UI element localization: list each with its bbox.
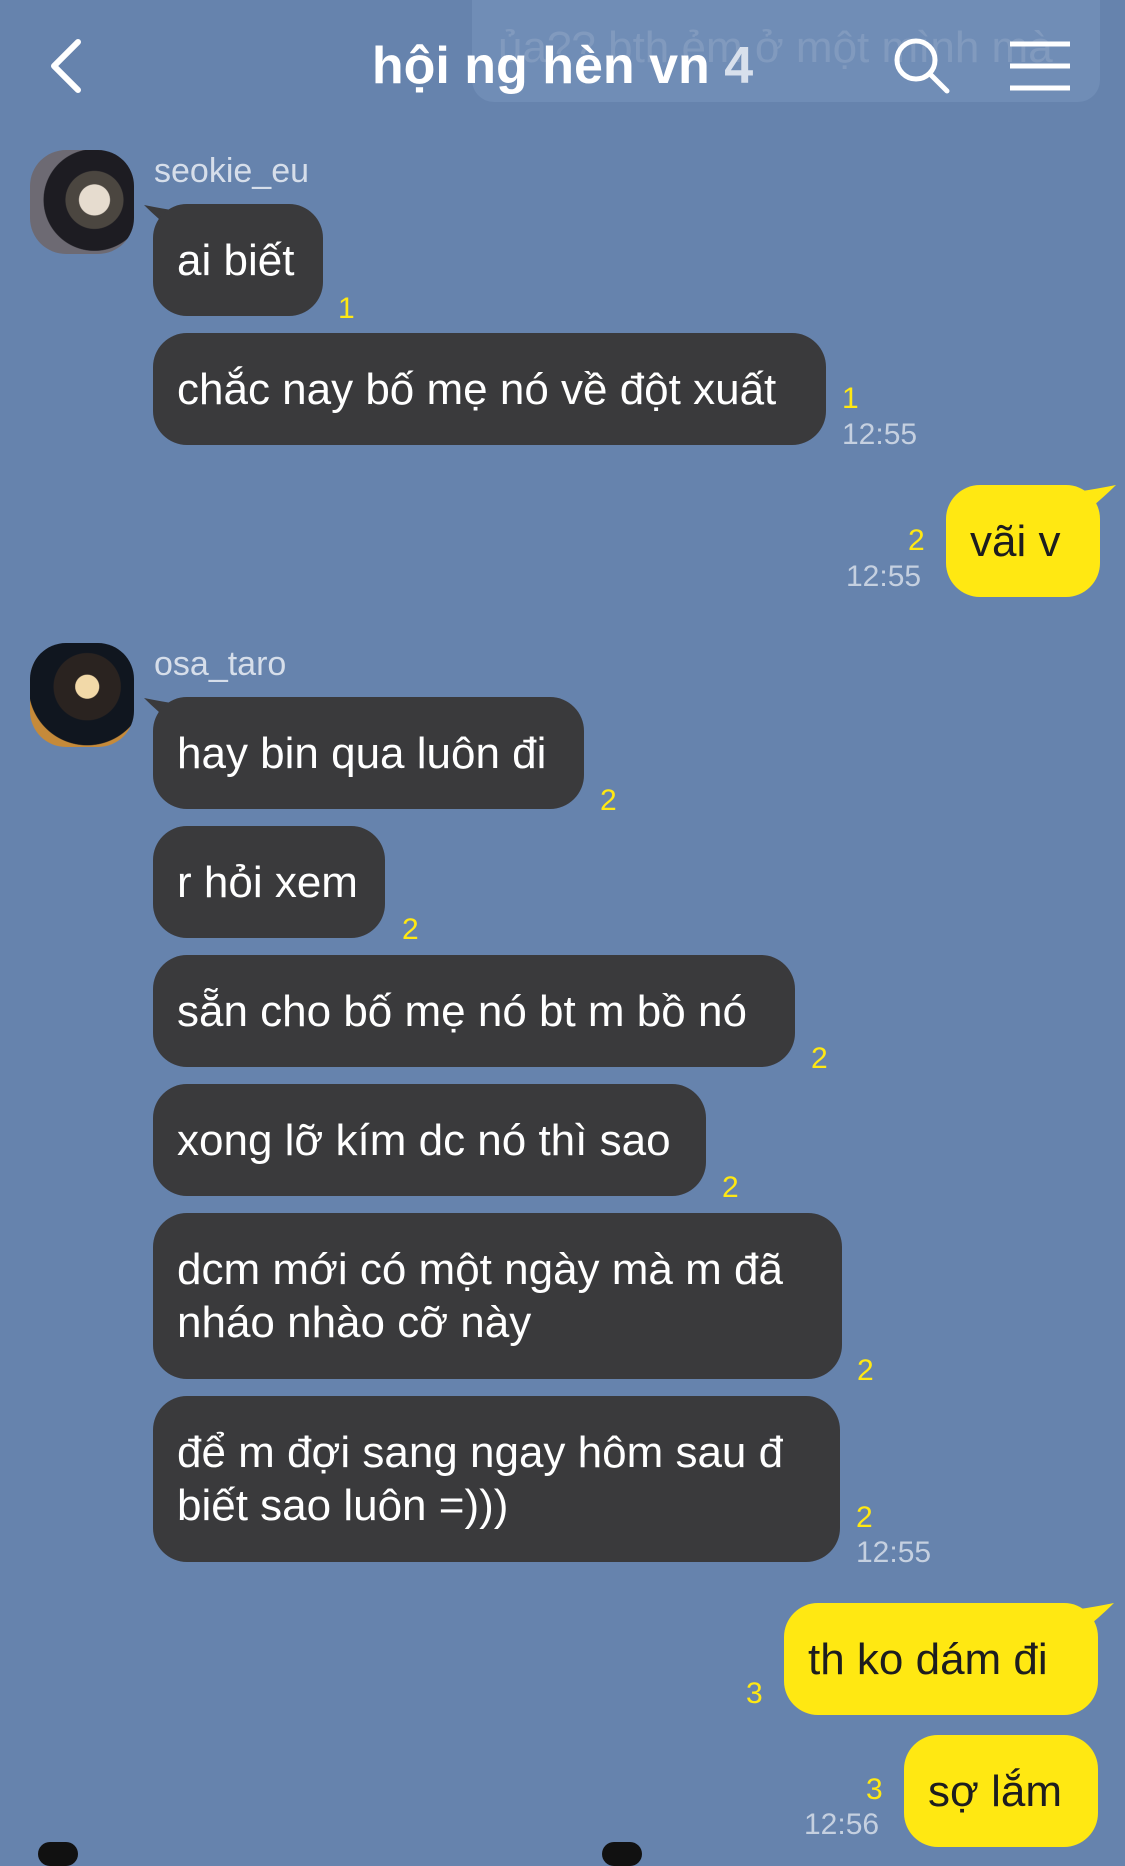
message-text: vãi v xyxy=(970,517,1061,566)
message-bubble[interactable]: ai biết xyxy=(153,204,323,316)
timestamp: 12:55 xyxy=(856,1536,932,1569)
read-count: 2 xyxy=(600,784,617,817)
bubble-tail xyxy=(1080,1603,1114,1633)
read-count: 2 xyxy=(857,1354,874,1387)
read-count: 3 xyxy=(746,1677,763,1710)
message-text: để m đợi sang ngay hôm sau đ biết sao lu… xyxy=(177,1428,784,1530)
read-count: 2 xyxy=(908,524,925,557)
message-bubble[interactable]: sẵn cho bố mẹ nó bt m bồ nó xyxy=(153,955,795,1067)
message-bubble[interactable]: chắc nay bố mẹ nó về đột xuất xyxy=(153,333,826,445)
chat-header: ủa?? bth ẻm ở một mình mà hội ng hèn vn … xyxy=(0,0,1125,135)
message-bubble[interactable]: hay bin qua luôn đi xyxy=(153,697,584,809)
avatar-osa-taro[interactable] xyxy=(30,643,134,747)
bubble-tail xyxy=(1082,485,1116,515)
read-count: 3 xyxy=(866,1773,883,1806)
message-text: dcm mới có một ngày mà m đã nháo nhào cỡ… xyxy=(177,1245,783,1347)
read-count: 2 xyxy=(811,1042,828,1075)
sender-name: seokie_eu xyxy=(154,152,310,190)
message-text: ai biết xyxy=(177,236,295,285)
message-text: sẵn cho bố mẹ nó bt m bồ nó xyxy=(177,987,747,1036)
timestamp: 12:55 xyxy=(846,560,922,593)
message-bubble[interactable]: xong lỡ kím dc nó thì sao xyxy=(153,1084,706,1196)
partial-element xyxy=(38,1842,78,1866)
my-message-bubble[interactable]: vãi v xyxy=(946,485,1100,597)
message-text: xong lỡ kím dc nó thì sao xyxy=(177,1116,671,1165)
message-text: hay bin qua luôn đi xyxy=(177,729,547,778)
message-bubble[interactable]: r hỏi xem xyxy=(153,826,385,938)
chat-title: hội ng hèn vn 4 xyxy=(0,36,1125,96)
sender-name: osa_taro xyxy=(154,645,287,683)
member-count: 4 xyxy=(724,37,754,95)
read-count: 2 xyxy=(722,1171,739,1204)
search-icon[interactable] xyxy=(890,34,952,96)
message-text: r hỏi xem xyxy=(177,858,358,907)
timestamp: 12:55 xyxy=(842,418,918,451)
partial-element xyxy=(602,1842,642,1866)
message-bubble[interactable]: dcm mới có một ngày mà m đã nháo nhào cỡ… xyxy=(153,1213,842,1379)
avatar-seokie-eu[interactable] xyxy=(30,150,134,254)
my-message-bubble[interactable]: th ko dám đi xyxy=(784,1603,1098,1715)
chat-title-text: hội ng hèn vn xyxy=(371,37,710,95)
message-text: th ko dám đi xyxy=(808,1635,1048,1684)
menu-icon[interactable] xyxy=(1008,38,1072,94)
timestamp: 12:56 xyxy=(804,1808,880,1841)
read-count: 2 xyxy=(856,1501,873,1534)
read-count: 1 xyxy=(338,292,355,325)
message-text: sợ lắm xyxy=(928,1767,1062,1816)
read-count: 1 xyxy=(842,382,859,415)
message-bubble[interactable]: để m đợi sang ngay hôm sau đ biết sao lu… xyxy=(153,1396,840,1562)
read-count: 2 xyxy=(402,913,419,946)
my-message-bubble[interactable]: sợ lắm xyxy=(904,1735,1098,1847)
message-text: chắc nay bố mẹ nó về đột xuất xyxy=(177,365,777,414)
